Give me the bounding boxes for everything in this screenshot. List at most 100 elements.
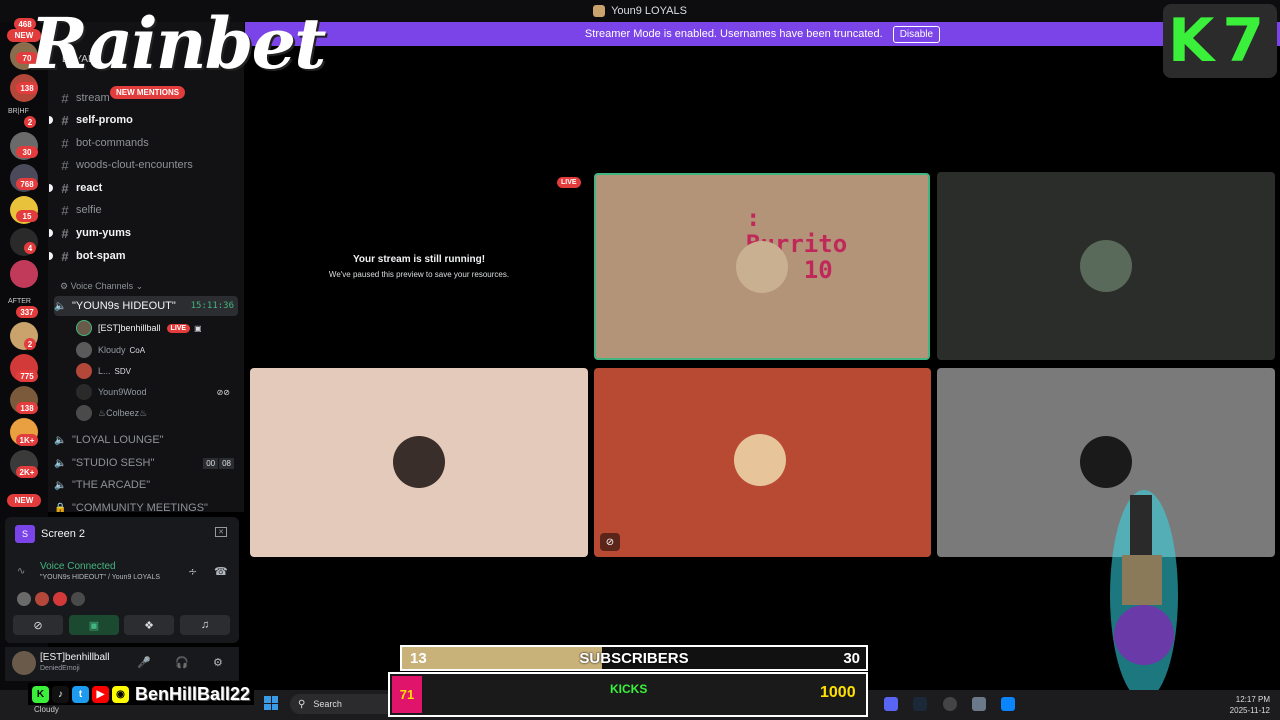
app-taskbar-icon[interactable] <box>1001 697 1015 711</box>
participant-tile[interactable] <box>937 172 1275 360</box>
microphone-icon[interactable]: 🎤 <box>137 656 151 669</box>
channel-bot-commands[interactable]: # bot-commands <box>58 133 238 153</box>
server-icon <box>593 5 606 17</box>
user-status: DeniedEmoji <box>40 665 80 672</box>
channel-label: react <box>76 182 103 194</box>
avatar[interactable] <box>12 651 36 675</box>
channel-yum-yums[interactable]: # yum-yums <box>49 223 238 243</box>
windows-start-icon[interactable] <box>264 696 278 710</box>
rainbet-logo: Rainbet <box>30 2 326 85</box>
rail-label: AFTER <box>8 298 31 305</box>
voice-channel-label: "YOUN9s HIDEOUT" <box>72 300 176 312</box>
headphones-icon[interactable]: 🎧 <box>175 656 189 669</box>
channel-label: yum-yums <box>76 227 132 239</box>
avatar <box>393 436 445 488</box>
rail-new-badge: NEW <box>7 494 41 507</box>
weather-label[interactable]: Cloudy <box>34 705 59 714</box>
voice-channel-studio-sesh[interactable]: 🔈 "STUDIO SESH" 00 08 <box>54 453 238 473</box>
member-tag: SDV <box>114 366 131 376</box>
live-badge: LIVE <box>166 323 191 333</box>
channel-label: bot-spam <box>76 250 126 262</box>
server-icon-7[interactable] <box>10 260 38 288</box>
stream-tile-burrito[interactable]: : Burrito nt: 10 <box>594 173 930 360</box>
orb <box>1114 605 1174 665</box>
avatar <box>71 592 85 606</box>
subscriber-goal: 30 <box>843 650 860 667</box>
screen-share-title: Screen 2 <box>41 528 86 540</box>
discord-taskbar-icon[interactable] <box>884 697 898 711</box>
member-name: [EST]benhillball <box>98 323 161 333</box>
hash-icon: # <box>61 157 69 173</box>
user-bar: [EST]benhillball DeniedEmoji 🎤 🎧 ⚙ <box>5 647 239 681</box>
user-limit-value: 08 <box>219 457 234 469</box>
obs-taskbar-icon[interactable] <box>943 697 957 711</box>
unread-dot <box>49 252 53 260</box>
rail-badge: 4 <box>24 242 36 254</box>
channel-stream[interactable]: # stream <box>58 88 238 108</box>
avatar <box>76 405 92 421</box>
disconnect-icon[interactable]: ☎ <box>214 565 228 578</box>
voice-channel-arcade[interactable]: 🔈 "THE ARCADE" <box>54 475 238 495</box>
voice-channel-community-meetings[interactable]: 🔒 "COMMUNITY MEETINGS" <box>54 498 238 512</box>
clock-date: 2025-11-12 <box>1229 706 1270 715</box>
screen-share-icon: ▣ <box>194 323 202 333</box>
voice-connected-label[interactable]: Voice Connected <box>40 561 116 572</box>
disable-streamer-mode-button[interactable]: Disable <box>892 25 941 43</box>
hash-icon: # <box>61 248 69 264</box>
kicks-label: KICKS <box>610 682 648 696</box>
channel-selfie[interactable]: # selfie <box>58 200 238 220</box>
voice-member[interactable]: ♨Colbeez♨ <box>76 403 236 423</box>
avatar <box>734 434 786 486</box>
channel-self-promo[interactable]: # self-promo <box>49 110 238 130</box>
settings-taskbar-icon[interactable] <box>972 697 986 711</box>
participant-tile[interactable]: ⊘ <box>594 368 931 557</box>
channel-label: woods-clout-encounters <box>76 159 193 171</box>
voice-channel-loyal-lounge[interactable]: 🔈 "LOYAL LOUNGE" <box>54 430 238 450</box>
camera-off-button[interactable]: ⊘ <box>13 615 63 635</box>
rail-badge: 1K+ <box>16 434 38 446</box>
member-name: Kloudy <box>98 345 126 355</box>
voice-channel-hideout[interactable]: 🔈 "YOUN9s HIDEOUT" 15:11:36 <box>54 296 238 316</box>
camera-off-icon: ⊘ <box>600 533 620 551</box>
notice-text: Streamer Mode is enabled. Usernames have… <box>584 28 883 40</box>
paused-subtitle: We've paused this preview to save your r… <box>328 270 510 279</box>
system-clock[interactable]: 12:17 PM 2025-11-12 <box>1224 694 1270 716</box>
stop-screen-icon[interactable]: ✕ <box>215 527 227 537</box>
hash-icon: # <box>61 112 69 128</box>
member-name: Youn9Wood <box>98 387 147 397</box>
participant-tile[interactable] <box>250 368 588 557</box>
search-icon: ⚲ <box>298 698 306 710</box>
soundboard-button[interactable]: ♫ <box>180 615 230 635</box>
voice-member[interactable]: Youn9Wood ⊘⊘ <box>76 382 236 402</box>
activities-button[interactable]: ❖ <box>124 615 174 635</box>
voice-member[interactable]: L... SDV <box>76 361 236 381</box>
muted-icon: ⊘⊘ <box>216 387 230 397</box>
youtube-icon: ▶ <box>92 685 109 703</box>
channel-react[interactable]: # react <box>49 178 238 198</box>
signal-icon: ∿ <box>17 566 26 577</box>
taskbar-search[interactable]: ⚲ Search <box>290 694 400 714</box>
noise-suppression-icon[interactable]: ∻ <box>188 565 197 578</box>
settings-gear-icon[interactable]: ⚙ <box>213 656 223 669</box>
voice-member[interactable]: [EST]benhillball LIVE ▣ <box>76 318 236 338</box>
hash-icon: # <box>61 180 69 196</box>
voice-member[interactable]: Kloudy CoA <box>76 340 236 360</box>
avatar <box>17 592 31 606</box>
voice-channel-path[interactable]: "YOUN9s HIDEOUT" / Youn9 LOYALS <box>40 574 160 581</box>
clock-time: 12:17 PM <box>1235 695 1270 704</box>
rail-badge: 337 <box>16 306 38 318</box>
screen-share-button[interactable]: ▣ <box>69 615 119 635</box>
voice-category-header[interactable]: ⚙ Voice Channels ⌄ <box>60 281 143 292</box>
avatar <box>76 384 92 400</box>
username[interactable]: [EST]benhillball <box>40 652 109 663</box>
stream-preview-paused[interactable]: Your stream is still running! We've paus… <box>250 172 588 360</box>
live-badge: LIVE <box>557 177 581 188</box>
channel-bot-spam[interactable]: # bot-spam <box>49 246 238 266</box>
channel-woods-clout-encounters[interactable]: # woods-clout-encounters <box>58 155 238 175</box>
speaker-icon: 🔈 <box>54 457 67 469</box>
rail-badge: 2K+ <box>16 466 38 478</box>
steam-taskbar-icon[interactable] <box>913 697 927 711</box>
hash-icon: # <box>61 90 69 106</box>
unread-dot <box>49 116 53 124</box>
hash-icon: # <box>61 225 69 241</box>
